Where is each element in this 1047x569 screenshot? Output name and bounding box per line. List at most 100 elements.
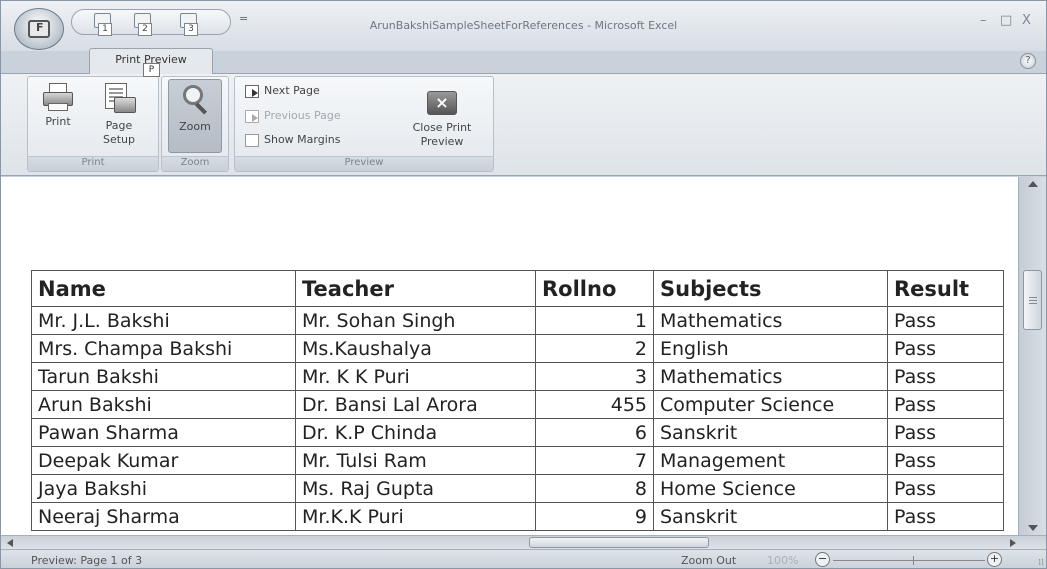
excel-window: 1 2 3 = ArunBakshiSampleSheetForReferenc…	[0, 0, 1047, 569]
cell-teacher: Ms. Raj Gupta	[295, 474, 536, 503]
vertical-scrollbar[interactable]	[1018, 177, 1046, 535]
previous-page-label: Previous Page	[264, 109, 341, 122]
ribbon: Print Page Setup Print Zoom Zoom Next Pa…	[1, 73, 1046, 176]
table-body: Mr. J.L. Bakshi Mr. Sohan Singh 1 Mathemati…	[31, 306, 1004, 531]
status-bar: Preview: Page 1 of 3 Zoom Out 100% − + ⁞…	[1, 549, 1046, 568]
table-row: Tarun Bakshi Mr. K K Puri 3 Mathematics Pass	[31, 362, 1004, 391]
horizontal-scroll-thumb[interactable]	[529, 537, 709, 548]
next-page-button[interactable]: Next Page	[245, 83, 320, 101]
cell-name: Deepak Kumar	[31, 446, 296, 475]
cell-result: Pass	[887, 474, 1004, 503]
table-row: Pawan Sharma Dr. K.P Chinda 6 Sanskrit Pass	[31, 418, 1004, 447]
cell-subjects: Computer Science	[653, 390, 888, 419]
scroll-down-icon[interactable]	[1028, 525, 1038, 531]
column-header-rollno: Rollno	[535, 270, 654, 307]
cell-rollno: 6	[535, 418, 654, 447]
cell-name: Mrs. Champa Bakshi	[31, 334, 296, 363]
print-preview-page: Name Teacher Rollno Subjects Result Mr. …	[1, 177, 1018, 535]
close-print-preview-label: Close Print Preview	[412, 121, 472, 148]
print-button-label: Print	[45, 115, 71, 128]
close-print-preview-button[interactable]: × Close Print Preview	[401, 81, 483, 153]
minimize-button[interactable]: –	[980, 13, 987, 28]
cell-name: Neeraj Sharma	[31, 502, 296, 531]
next-page-icon	[245, 84, 259, 98]
help-icon[interactable]: ?	[1020, 53, 1036, 69]
table-row: Mr. J.L. Bakshi Mr. Sohan Singh 1 Mathemati…	[31, 306, 1004, 335]
cell-subjects: Management	[653, 446, 888, 475]
cell-teacher: Mr. Tulsi Ram	[295, 446, 536, 475]
vertical-scroll-thumb[interactable]	[1023, 270, 1042, 330]
office-logo-icon	[28, 20, 50, 38]
zoom-plus-icon[interactable]: +	[987, 552, 1002, 567]
page-setup-icon	[102, 83, 136, 115]
cell-rollno: 455	[535, 390, 654, 419]
zoom-group-label: Zoom	[162, 156, 228, 171]
page-setup-label: Page Setup	[102, 119, 136, 146]
page-status: Preview: Page 1 of 3	[31, 554, 143, 567]
table-row: Jaya Bakshi Ms. Raj Gupta 8 Home Science Pas…	[31, 474, 1004, 503]
horizontal-scrollbar[interactable]	[1, 535, 1046, 549]
cell-result: Pass	[887, 334, 1004, 363]
column-header-result: Result	[887, 270, 1004, 307]
magnifier-icon	[180, 84, 210, 116]
title-bar: 1 2 3 = ArunBakshiSampleSheetForReferenc…	[1, 1, 1046, 51]
cell-subjects: Sanskrit	[653, 418, 888, 447]
cell-name: Tarun Bakshi	[31, 362, 296, 391]
window-title: ArunBakshiSampleSheetForReferences - Mic…	[369, 19, 678, 32]
cell-rollno: 8	[535, 474, 654, 503]
cell-teacher: Ms.Kaushalya	[295, 334, 536, 363]
show-margins-checkbox[interactable]: Show Margins	[245, 132, 340, 150]
zoom-slider[interactable]	[833, 560, 985, 561]
zoom-minus-icon[interactable]: −	[815, 552, 830, 567]
cell-rollno: 2	[535, 334, 654, 363]
scroll-up-icon[interactable]	[1028, 181, 1038, 187]
column-header-name: Name	[31, 270, 296, 307]
column-header-teacher: Teacher	[295, 270, 536, 307]
scroll-left-icon[interactable]	[7, 539, 13, 547]
zoom-out-button[interactable]: Zoom Out	[681, 554, 736, 567]
page-setup-button[interactable]: Page Setup	[90, 83, 148, 147]
zoom-group: Zoom Zoom	[161, 76, 229, 172]
zoom-level[interactable]: 100%	[767, 554, 798, 567]
close-button[interactable]: X	[1022, 13, 1031, 28]
tab-keytip: P	[143, 63, 160, 77]
preview-group-label: Preview	[235, 156, 493, 171]
previous-page-button[interactable]: Previous Page	[245, 108, 341, 126]
cell-teacher: Mr. K K Puri	[295, 362, 536, 391]
cell-rollno: 9	[535, 502, 654, 531]
office-button[interactable]	[14, 8, 64, 50]
cell-name: Arun Bakshi	[31, 390, 296, 419]
print-button[interactable]: Print	[36, 83, 80, 129]
cell-result: Pass	[887, 502, 1004, 531]
cell-rollno: 3	[535, 362, 654, 391]
table-row: Neeraj Sharma Mr.K.K Puri 9 Sanskrit Pass	[31, 502, 1004, 531]
cell-result: Pass	[887, 362, 1004, 391]
data-table: Name Teacher Rollno Subjects Result Mr. …	[31, 270, 1004, 531]
cell-result: Pass	[887, 446, 1004, 475]
print-group-label: Print	[28, 156, 158, 171]
cell-subjects: Sanskrit	[653, 502, 888, 531]
cell-subjects: English	[653, 334, 888, 363]
scroll-right-icon[interactable]	[1010, 539, 1016, 547]
table-header-row: Name Teacher Rollno Subjects Result	[31, 270, 1004, 307]
preview-group: Next Page Previous Page Show Margins × C…	[234, 76, 494, 172]
window-controls: – □ X	[976, 13, 1040, 33]
previous-page-icon	[245, 109, 259, 123]
cell-subjects: Mathematics	[653, 306, 888, 335]
table-row: Mrs. Champa Bakshi Ms.Kaushalya 2 English Pa…	[31, 334, 1004, 363]
cell-teacher: Dr. K.P Chinda	[295, 418, 536, 447]
cell-name: Pawan Sharma	[31, 418, 296, 447]
printer-icon	[42, 83, 74, 111]
table-row: Deepak Kumar Mr. Tulsi Ram 7 Management Pass	[31, 446, 1004, 475]
resize-grip-icon[interactable]: ⁞⁞	[1038, 558, 1044, 568]
cell-name: Mr. J.L. Bakshi	[31, 306, 296, 335]
maximize-button[interactable]: □	[1000, 13, 1012, 28]
zoom-button[interactable]: Zoom	[168, 79, 222, 153]
print-group: Print Page Setup Print	[27, 76, 159, 172]
cell-rollno: 7	[535, 446, 654, 475]
close-preview-icon: ×	[427, 91, 457, 115]
zoom-slider-tick	[913, 556, 914, 565]
cell-result: Pass	[887, 390, 1004, 419]
zoom-button-label: Zoom	[179, 120, 211, 133]
cell-teacher: Dr. Bansi Lal Arora	[295, 390, 536, 419]
